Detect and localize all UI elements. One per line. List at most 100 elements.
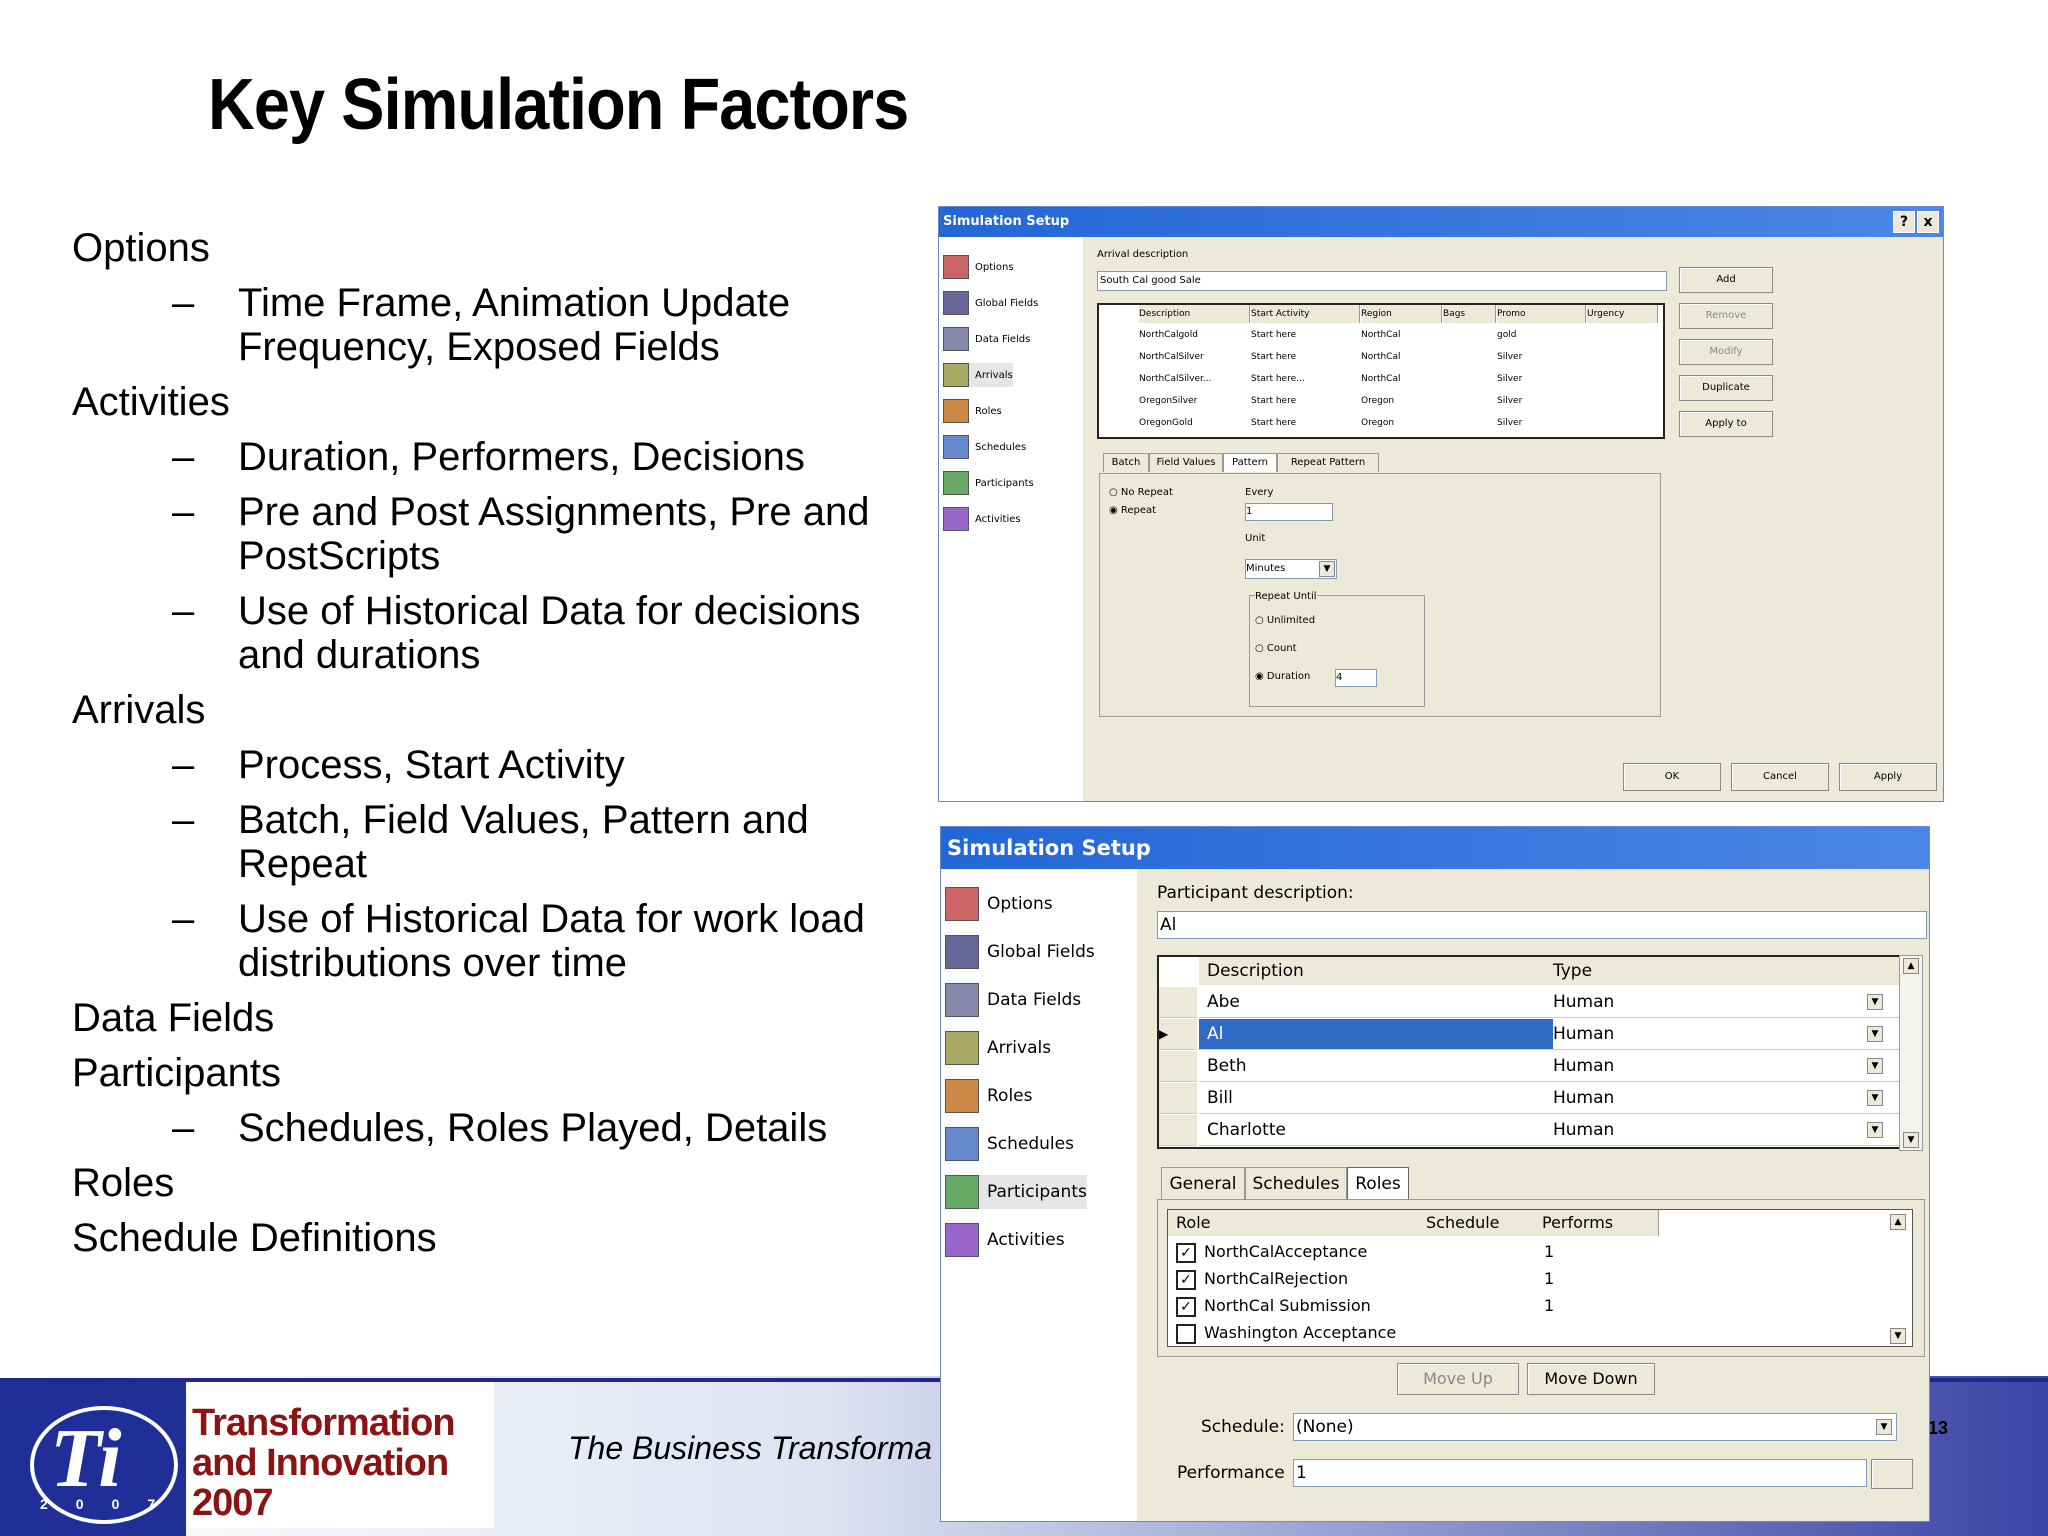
unit-select[interactable]: Minutes ▼ — [1245, 559, 1337, 579]
participant-description-input[interactable]: Al — [1157, 911, 1927, 939]
grid-cell[interactable]: NorthCal — [1361, 347, 1441, 367]
grid-cell[interactable]: Start here — [1251, 325, 1359, 345]
participant-description-cell[interactable]: Beth — [1199, 1051, 1553, 1082]
row-selector[interactable] — [1159, 1115, 1197, 1146]
nav-item-activities[interactable]: Activities — [945, 1223, 1065, 1257]
radio-count[interactable]: ○ Count — [1255, 643, 1297, 654]
nav-item-global-fields[interactable]: Global Fields — [943, 291, 1038, 315]
grid-cell[interactable]: NorthCalgold — [1139, 325, 1249, 345]
grid-cell[interactable]: Start here — [1251, 391, 1359, 411]
row-selector[interactable] — [1159, 987, 1197, 1018]
row-selector[interactable]: ▶ — [1159, 1019, 1197, 1050]
nav-item-participants[interactable]: Participants — [945, 1175, 1087, 1209]
grid-cell[interactable]: Oregon — [1361, 391, 1441, 411]
participant-type-cell[interactable]: Human — [1545, 1019, 1903, 1050]
chevron-down-icon[interactable]: ▼ — [1867, 1122, 1883, 1138]
participant-description-cell[interactable]: Al — [1199, 1019, 1553, 1050]
participant-description-cell[interactable]: Abe — [1199, 987, 1553, 1018]
every-input[interactable]: 1 — [1245, 503, 1333, 521]
side-button-remove[interactable]: Remove — [1679, 303, 1773, 329]
grid-cell[interactable]: OregonSilver — [1139, 391, 1249, 411]
nav-item-roles[interactable]: Roles — [943, 399, 1002, 423]
nav-item-options[interactable]: Options — [943, 255, 1014, 279]
chevron-down-icon[interactable]: ▼ — [1319, 561, 1335, 577]
performance-button[interactable] — [1871, 1459, 1913, 1489]
participant-type-cell[interactable]: Human — [1545, 1083, 1903, 1114]
side-button-duplicate[interactable]: Duplicate — [1679, 375, 1773, 401]
grid-cell[interactable]: NorthCal — [1361, 369, 1441, 389]
participant-type-cell[interactable]: Human — [1545, 1115, 1903, 1146]
chevron-down-icon[interactable]: ▼ — [1867, 1026, 1883, 1042]
scroll-up-icon[interactable]: ▲ — [1903, 958, 1919, 974]
role-checkbox[interactable]: ✓ — [1176, 1243, 1196, 1263]
nav-item-options[interactable]: Options — [945, 887, 1053, 921]
move-down-button[interactable]: Move Down — [1527, 1363, 1655, 1395]
tab-roles[interactable]: Roles — [1347, 1167, 1409, 1200]
nav-item-activities[interactable]: Activities — [943, 507, 1021, 531]
participant-description-cell[interactable]: Charlotte — [1199, 1115, 1553, 1146]
tab-schedules[interactable]: Schedules — [1245, 1167, 1347, 1200]
radio-repeat[interactable]: ◉ Repeat — [1109, 505, 1156, 516]
radio-unlimited[interactable]: ○ Unlimited — [1255, 615, 1315, 626]
grid-cell[interactable]: NorthCalSilver... — [1139, 369, 1249, 389]
nav-item-arrivals[interactable]: Arrivals — [943, 363, 1013, 387]
side-button-add[interactable]: Add — [1679, 267, 1773, 293]
participants-grid[interactable]: Description Type Abe Human ▼ ▶ Al Human ▼ Beth Hum… — [1157, 955, 1904, 1149]
role-checkbox[interactable]: ✓ — [1176, 1297, 1196, 1317]
dialog-button-cancel[interactable]: Cancel — [1731, 763, 1829, 791]
nav-item-schedules[interactable]: Schedules — [943, 435, 1026, 459]
tab-batch[interactable]: Batch — [1103, 453, 1149, 472]
grid-cell[interactable]: Oregon — [1361, 413, 1441, 433]
roles-grid[interactable]: Role Schedule Performs ✓ NorthCalAcceptance 1… — [1167, 1209, 1913, 1347]
chevron-down-icon[interactable]: ▼ — [1867, 1090, 1883, 1106]
tab-field-values[interactable]: Field Values — [1149, 453, 1223, 472]
nav-item-data-fields[interactable]: Data Fields — [945, 983, 1081, 1017]
tab-repeat-pattern[interactable]: Repeat Pattern — [1277, 453, 1379, 472]
grid-cell[interactable]: Start here — [1251, 413, 1359, 433]
duration-input[interactable]: 4 — [1335, 669, 1377, 687]
performance-input[interactable]: 1 — [1293, 1459, 1867, 1487]
dialog-button-ok[interactable]: OK — [1623, 763, 1721, 791]
nav-item-participants[interactable]: Participants — [943, 471, 1034, 495]
scroll-down-icon[interactable]: ▼ — [1903, 1132, 1919, 1148]
nav-item-roles[interactable]: Roles — [945, 1079, 1033, 1113]
count-label: Count — [1266, 643, 1297, 654]
tab-pattern[interactable]: Pattern — [1223, 453, 1277, 472]
arrivals-grid[interactable]: Description Start Activity Region Bags Promo… — [1097, 303, 1665, 439]
side-button-modify[interactable]: Modify — [1679, 339, 1773, 365]
chevron-down-icon[interactable]: ▼ — [1867, 994, 1883, 1010]
chevron-down-icon[interactable]: ▼ — [1867, 1058, 1883, 1074]
tab-general[interactable]: General — [1161, 1167, 1245, 1200]
schedule-select[interactable]: (None) ▼ — [1293, 1413, 1897, 1441]
grid-cell[interactable]: NorthCalSilver — [1139, 347, 1249, 367]
participant-description-cell[interactable]: Bill — [1199, 1083, 1553, 1114]
help-button[interactable]: ? — [1893, 211, 1915, 233]
arrival-description-input[interactable]: South Cal good Sale — [1097, 271, 1667, 291]
participant-type-cell[interactable]: Human — [1545, 987, 1903, 1018]
nav-item-data-fields[interactable]: Data Fields — [943, 327, 1030, 351]
nav-item-arrivals[interactable]: Arrivals — [945, 1031, 1051, 1065]
radio-duration[interactable]: ◉ Duration — [1255, 671, 1310, 682]
role-checkbox[interactable]: ✓ — [1176, 1270, 1196, 1290]
nav-item-global-fields[interactable]: Global Fields — [945, 935, 1095, 969]
row-selector[interactable] — [1159, 1051, 1197, 1082]
grid-cell[interactable]: NorthCal — [1361, 325, 1441, 345]
close-button[interactable]: x — [1917, 211, 1939, 233]
grid-cell[interactable]: OregonGold — [1139, 413, 1249, 433]
grid-cell[interactable]: Start here... — [1251, 369, 1359, 389]
nav-item-schedules[interactable]: Schedules — [945, 1127, 1074, 1161]
grid-cell[interactable]: Start here — [1251, 347, 1359, 367]
role-checkbox[interactable] — [1176, 1324, 1196, 1344]
move-up-button[interactable]: Move Up — [1397, 1363, 1519, 1395]
nav-item-label: Schedules — [987, 1134, 1074, 1154]
radio-no-repeat[interactable]: ○ No Repeat — [1109, 487, 1173, 498]
side-button-apply-to[interactable]: Apply to — [1679, 411, 1773, 437]
scroll-up-icon[interactable]: ▲ — [1890, 1214, 1906, 1230]
row-selector[interactable] — [1159, 1083, 1197, 1114]
grid-scrollbar[interactable]: ▲ ▼ — [1899, 955, 1923, 1151]
participant-type-cell[interactable]: Human — [1545, 1051, 1903, 1082]
grid-cell — [1443, 347, 1495, 367]
chevron-down-icon[interactable]: ▼ — [1876, 1419, 1892, 1435]
scroll-down-icon[interactable]: ▼ — [1890, 1328, 1906, 1344]
dialog-button-apply[interactable]: Apply — [1839, 763, 1937, 791]
